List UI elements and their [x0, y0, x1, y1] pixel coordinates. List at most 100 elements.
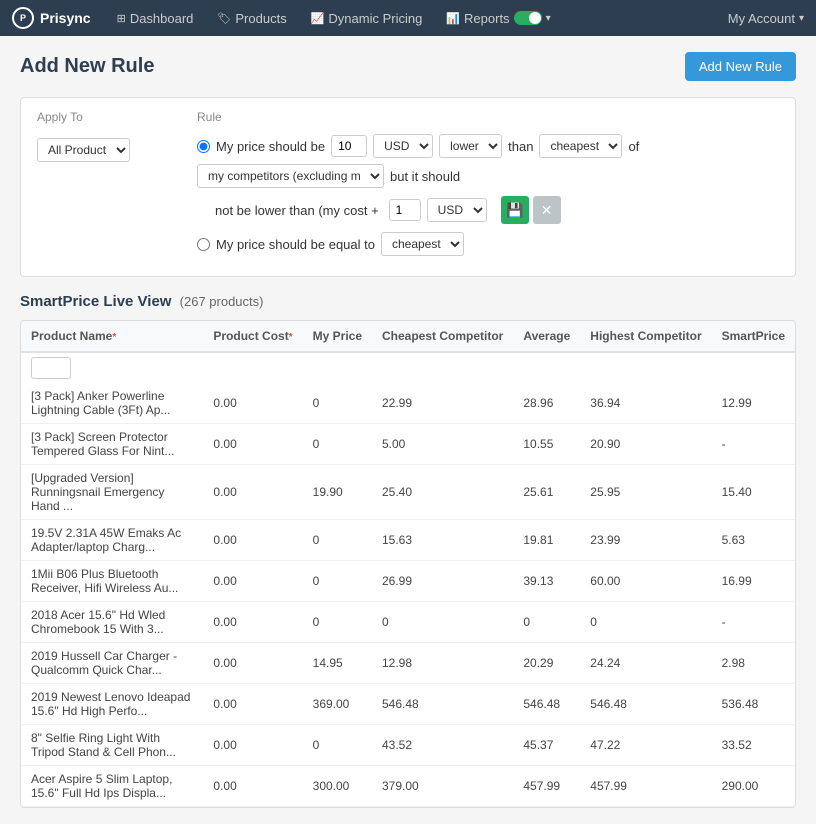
table-row: 1Mii B06 Plus Bluetooth Receiver, Hifi W…: [21, 561, 795, 602]
my-account-chevron: ▾: [799, 13, 804, 24]
table-row: 2019 Newest Lenovo Ideapad 15.6" Hd High…: [21, 684, 795, 725]
product-name-cell: [3 Pack] Anker Powerline Lightning Cable…: [21, 383, 203, 424]
product-name-cell: 19.5V 2.31A 45W Emaks Ac Adapter/laptop …: [21, 520, 203, 561]
currency-select-1[interactable]: USD: [373, 134, 433, 158]
highest-cell: 457.99: [580, 766, 711, 807]
not-lower-text: not be lower than (my cost +: [215, 203, 379, 218]
my-account-menu[interactable]: My Account ▾: [728, 11, 804, 26]
search-cell: [21, 352, 203, 383]
my-price-cell: 0: [303, 725, 372, 766]
nav-dynamic-pricing[interactable]: 📈 Dynamic Pricing: [301, 0, 433, 36]
average-cell: 45.37: [513, 725, 580, 766]
table-header-row: Product Name* Product Cost* My Price Che…: [21, 321, 795, 352]
direction-select[interactable]: lower: [439, 134, 502, 158]
average-cell: 28.96: [513, 383, 580, 424]
reports-icon: 📊: [446, 12, 460, 25]
nav-dashboard[interactable]: ⊞ Dashboard: [107, 0, 204, 36]
dashboard-icon: ⊞: [117, 12, 126, 25]
average-cell: 546.48: [513, 684, 580, 725]
empty-cell-2: [303, 352, 372, 383]
cheapest-select-2[interactable]: cheapest: [381, 232, 464, 256]
product-cost-cell: 0.00: [203, 383, 302, 424]
nav-reports[interactable]: 📊 Reports ▾: [436, 0, 560, 36]
table-row: 2019 Hussell Car Charger - Qualcomm Quic…: [21, 643, 795, 684]
add-new-rule-button[interactable]: Add New Rule: [685, 52, 796, 81]
rule-content: All Product My price should be USD lower…: [37, 134, 779, 264]
products-icon: 🏷: [217, 12, 231, 25]
product-name-cell: 2019 Newest Lenovo Ideapad 15.6" Hd High…: [21, 684, 203, 725]
reports-toggle[interactable]: [514, 11, 542, 25]
average-cell: 19.81: [513, 520, 580, 561]
smartprice-title: SmartPrice Live View (267 products): [20, 293, 796, 310]
apply-to-select[interactable]: All Product: [37, 138, 130, 162]
smartprice-cell: 33.52: [712, 725, 795, 766]
product-cost-cell: 0.00: [203, 684, 302, 725]
smartprice-count: (267 products): [180, 294, 264, 309]
cheapest-select-1[interactable]: cheapest: [539, 134, 622, 158]
cheapest-cell: 43.52: [372, 725, 513, 766]
my-price-cell: 14.95: [303, 643, 372, 684]
product-name-cell: 2018 Acer 15.6" Hd Wled Chromebook 15 Wi…: [21, 602, 203, 643]
radio2-text: My price should be equal to: [216, 237, 375, 252]
my-price-cell: 19.90: [303, 465, 372, 520]
col-average: Average: [513, 321, 580, 352]
cost-value-input[interactable]: [389, 199, 421, 221]
price-value-input[interactable]: [331, 135, 367, 157]
smartprice-cell: 536.48: [712, 684, 795, 725]
smartprice-cell: 15.40: [712, 465, 795, 520]
table-row: 19.5V 2.31A 45W Emaks Ac Adapter/laptop …: [21, 520, 795, 561]
competitors-select[interactable]: my competitors (excluding m: [197, 164, 384, 188]
nav-dashboard-label: Dashboard: [130, 11, 194, 26]
empty-cell-1: [203, 352, 302, 383]
highest-cell: 23.99: [580, 520, 711, 561]
cost-currency-select[interactable]: USD: [427, 198, 487, 222]
highest-cell: 36.94: [580, 383, 711, 424]
radio1-but: but it should: [390, 169, 460, 184]
col-smartprice: SmartPrice: [712, 321, 795, 352]
brand[interactable]: P Prisync: [12, 7, 91, 29]
nav-products-label: Products: [235, 11, 286, 26]
table-row: [3 Pack] Anker Powerline Lightning Cable…: [21, 383, 795, 424]
dynamic-pricing-icon: 📈: [311, 12, 325, 25]
table-row: [3 Pack] Screen Protector Tempered Glass…: [21, 424, 795, 465]
empty-cell-3: [372, 352, 513, 383]
col-my-price: My Price: [303, 321, 372, 352]
product-cost-cell: 0.00: [203, 725, 302, 766]
my-price-cell: 369.00: [303, 684, 372, 725]
main-content: Add New Rule Add New Rule Apply To Rule …: [0, 36, 816, 824]
rule-box: Apply To Rule All Product My price shoul…: [20, 97, 796, 277]
table-search-row: [21, 352, 795, 383]
radio-price-equal[interactable]: [197, 238, 210, 251]
smartprice-cell: 290.00: [712, 766, 795, 807]
nav-products[interactable]: 🏷 Products: [207, 0, 296, 36]
radio-row-2: My price should be equal to cheapest: [197, 232, 779, 256]
average-cell: 10.55: [513, 424, 580, 465]
radio-price-lower[interactable]: [197, 140, 210, 153]
cheapest-cell: 22.99: [372, 383, 513, 424]
cheapest-cell: 25.40: [372, 465, 513, 520]
table-row: [Upgraded Version] Runningsnail Emergenc…: [21, 465, 795, 520]
cheapest-cell: 379.00: [372, 766, 513, 807]
save-rule-button[interactable]: 💾: [501, 196, 529, 224]
apply-to-col: All Product: [37, 134, 197, 162]
product-cost-cell: 0.00: [203, 465, 302, 520]
highest-cell: 60.00: [580, 561, 711, 602]
page-header: Add New Rule Add New Rule: [20, 52, 796, 81]
product-name-cell: 1Mii B06 Plus Bluetooth Receiver, Hifi W…: [21, 561, 203, 602]
smartprice-cell: 2.98: [712, 643, 795, 684]
smartprice-cell: 5.63: [712, 520, 795, 561]
highest-cell: 546.48: [580, 684, 711, 725]
average-cell: 0: [513, 602, 580, 643]
reports-chevron: ▾: [546, 13, 551, 24]
cancel-rule-button[interactable]: ✕: [533, 196, 561, 224]
table-row: Acer Aspire 5 Slim Laptop, 15.6" Full Hd…: [21, 766, 795, 807]
average-cell: 457.99: [513, 766, 580, 807]
average-cell: 25.61: [513, 465, 580, 520]
smartprice-title-text: SmartPrice Live View: [20, 293, 171, 310]
highest-cell: 47.22: [580, 725, 711, 766]
smartprice-cell: -: [712, 602, 795, 643]
product-search-input[interactable]: [31, 357, 71, 379]
my-price-cell: 0: [303, 424, 372, 465]
my-account-label: My Account: [728, 11, 795, 26]
col-product-cost: Product Cost*: [203, 321, 302, 352]
